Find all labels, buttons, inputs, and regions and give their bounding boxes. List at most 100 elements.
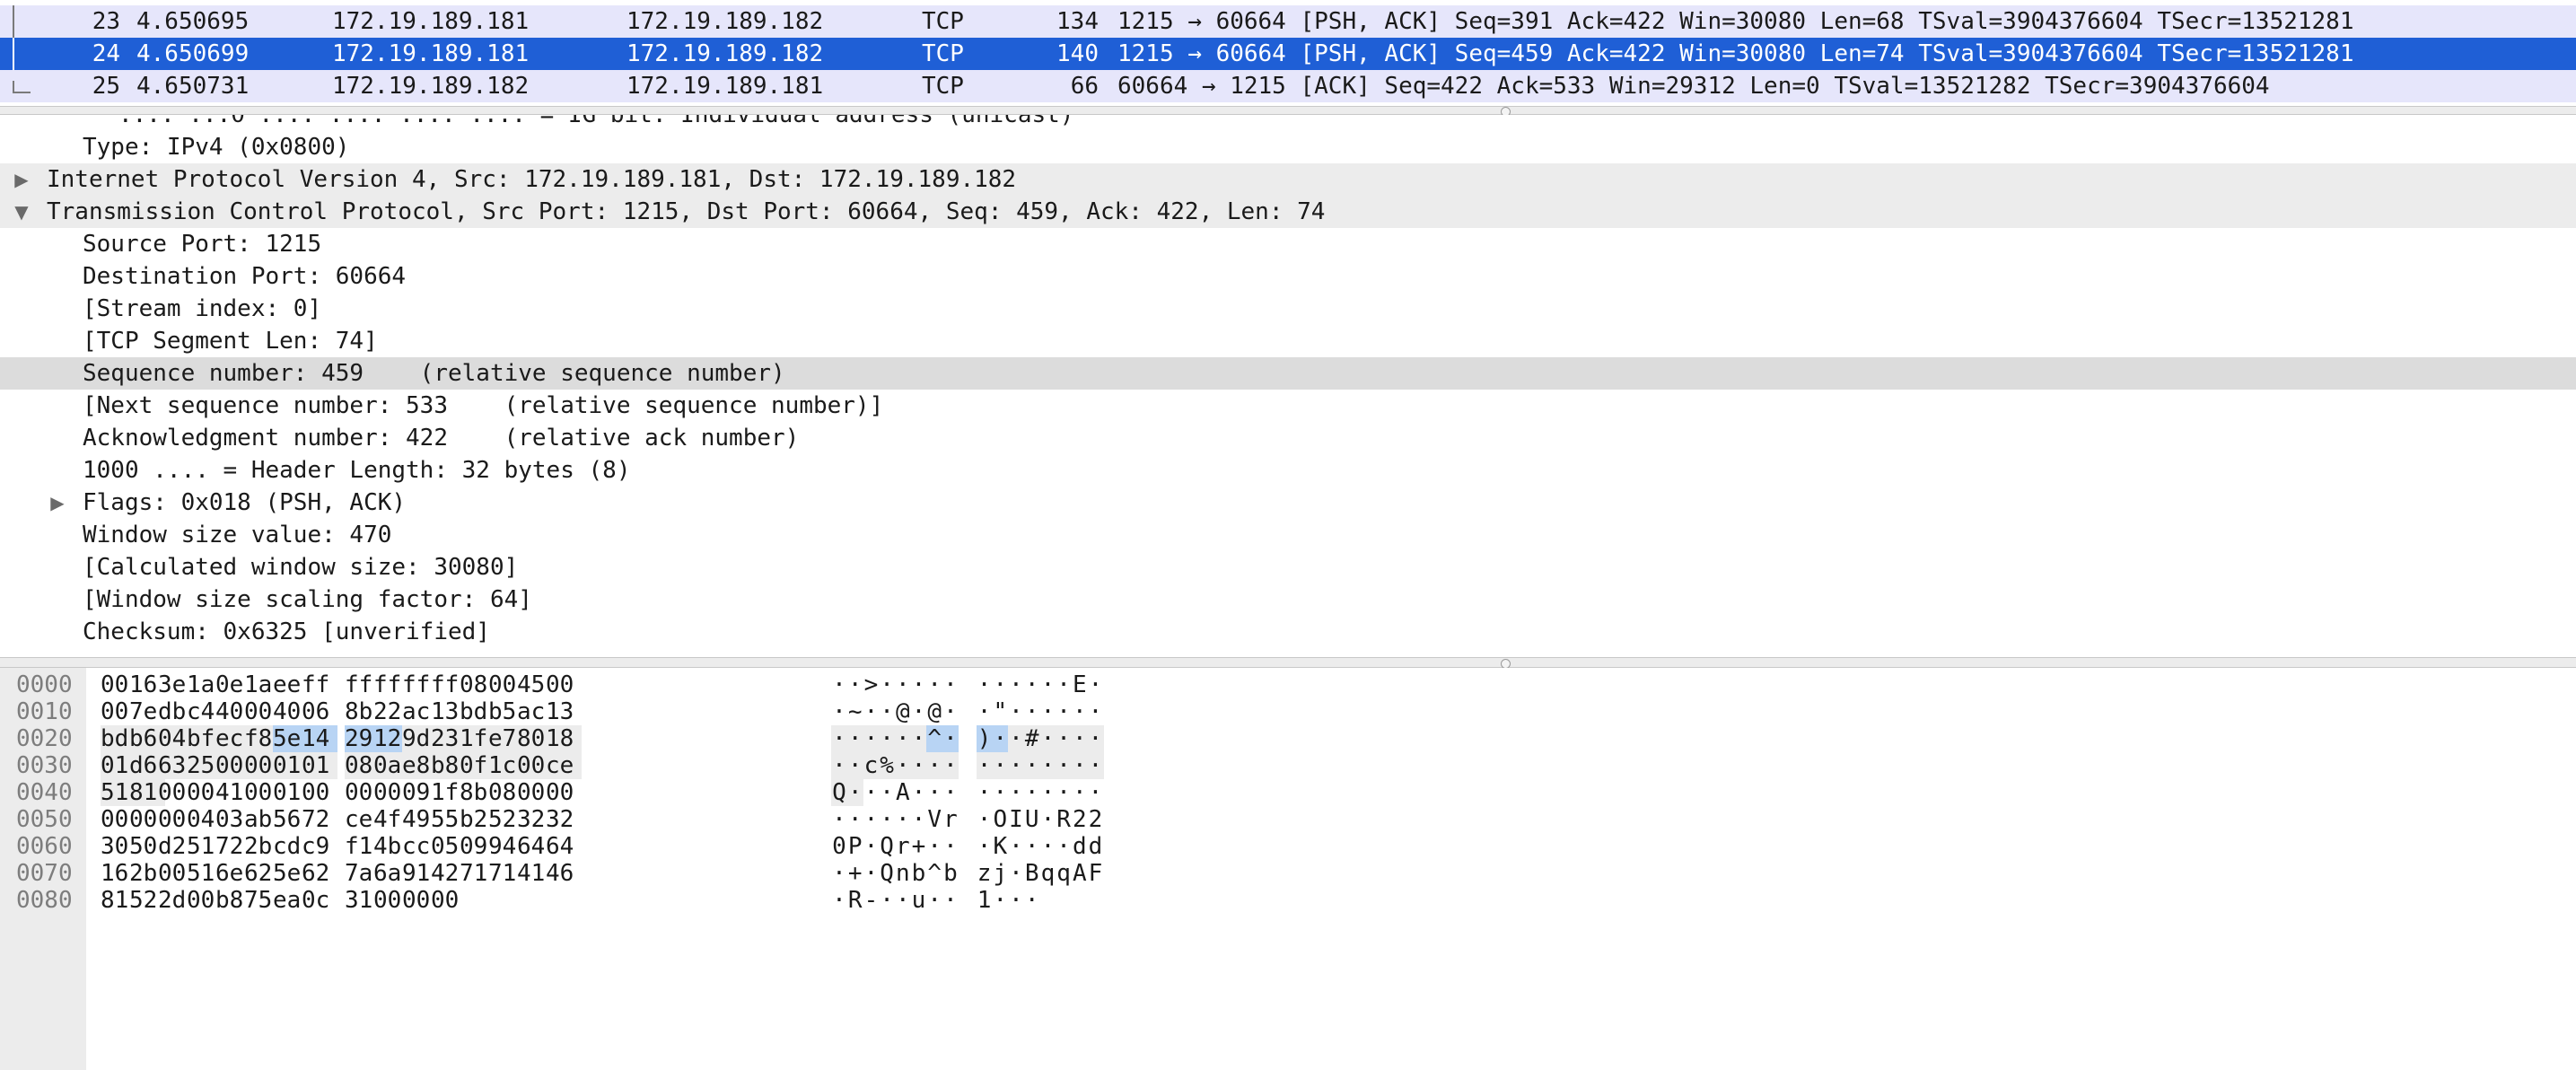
ascii-byte[interactable]: · xyxy=(911,779,927,806)
ascii-byte[interactable]: d xyxy=(1072,833,1088,860)
ascii-byte[interactable]: z xyxy=(977,860,993,887)
ascii-byte[interactable]: · xyxy=(894,752,911,779)
ascii-byte[interactable]: q xyxy=(1056,860,1072,887)
ascii-byte[interactable]: · xyxy=(1056,752,1073,779)
ascii-byte[interactable]: · xyxy=(926,887,942,914)
ascii-byte[interactable]: d xyxy=(1088,833,1104,860)
hex-byte[interactable]: 32 xyxy=(546,806,582,833)
ascii-byte[interactable]: · xyxy=(846,779,863,806)
ascii-byte[interactable]: · xyxy=(992,725,1009,752)
ascii-byte[interactable]: A xyxy=(1072,860,1088,887)
ascii-byte[interactable]: · xyxy=(911,806,927,833)
hex-byte[interactable]: 46 xyxy=(546,860,582,887)
ascii-byte[interactable]: · xyxy=(863,833,879,860)
ascii-byte[interactable]: · xyxy=(1039,725,1056,752)
ascii-byte[interactable]: · xyxy=(1024,833,1040,860)
ascii-byte[interactable]: + xyxy=(847,860,863,887)
ascii-byte[interactable]: % xyxy=(879,752,896,779)
ascii-byte[interactable]: · xyxy=(1024,671,1040,698)
ascii-byte[interactable]: · xyxy=(831,671,847,698)
ascii-byte[interactable]: · xyxy=(926,752,943,779)
ascii-byte[interactable]: · xyxy=(1008,779,1024,806)
ascii-byte[interactable]: K xyxy=(992,833,1008,860)
ascii-byte[interactable]: · xyxy=(1008,671,1024,698)
ascii-byte[interactable]: · xyxy=(831,806,847,833)
ascii-byte[interactable]: " xyxy=(992,698,1008,725)
ascii-byte[interactable]: r xyxy=(942,806,959,833)
list-details-splitter[interactable] xyxy=(0,106,2576,117)
ascii-byte[interactable]: · xyxy=(846,752,863,779)
ascii-byte[interactable]: · xyxy=(1024,779,1040,806)
ascii-byte[interactable]: · xyxy=(895,887,911,914)
ascii-byte[interactable]: · xyxy=(942,698,959,725)
hex-byte[interactable]: 01 xyxy=(302,752,337,779)
detail-line[interactable]: ▶ Flags: 0x018 (PSH, ACK) xyxy=(0,487,2576,519)
ascii-byte[interactable]: · xyxy=(879,806,895,833)
packet-details[interactable]: .... ...0 .... .... .... .... = IG bit: … xyxy=(0,115,2576,657)
ascii-byte[interactable]: @ xyxy=(926,698,942,725)
hex-byte[interactable]: c9 xyxy=(302,833,337,860)
ascii-byte[interactable]: · xyxy=(1039,671,1056,698)
ascii-byte[interactable]: · xyxy=(1072,698,1088,725)
ascii-byte[interactable]: ^ xyxy=(926,860,942,887)
hex-byte[interactable]: ce xyxy=(546,752,582,779)
ascii-byte[interactable]: · xyxy=(847,671,863,698)
ascii-byte[interactable]: ~ xyxy=(847,698,863,725)
ascii-byte[interactable]: I xyxy=(1008,806,1024,833)
ascii-byte[interactable]: @ xyxy=(895,698,911,725)
detail-line[interactable]: ▶ Internet Protocol Version 4, Src: 172.1… xyxy=(0,163,2576,196)
hex-byte[interactable]: 72 xyxy=(302,806,337,833)
hex-byte[interactable]: 64 xyxy=(546,833,582,860)
ascii-byte[interactable]: · xyxy=(846,725,863,752)
ascii-byte[interactable]: # xyxy=(1023,725,1040,752)
ascii-byte[interactable]: · xyxy=(847,806,863,833)
ascii-byte[interactable]: · xyxy=(894,725,911,752)
ascii-byte[interactable]: · xyxy=(1087,725,1104,752)
ascii-byte[interactable]: - xyxy=(863,887,879,914)
ascii-byte[interactable]: 0 xyxy=(831,833,847,860)
ascii-byte[interactable]: E xyxy=(1072,671,1088,698)
packet-row[interactable]: 25 4.650731 172.19.189.182 172.19.189.181 TC… xyxy=(0,70,2576,102)
ascii-byte[interactable]: F xyxy=(1088,860,1104,887)
ascii-byte[interactable]: · xyxy=(910,752,927,779)
ascii-byte[interactable]: · xyxy=(1039,752,1056,779)
ascii-byte[interactable]: · xyxy=(879,779,895,806)
ascii-byte[interactable]: · xyxy=(1008,860,1024,887)
ascii-byte[interactable]: · xyxy=(1072,779,1088,806)
hex-byte[interactable]: ff xyxy=(302,671,337,698)
ascii-byte[interactable]: · xyxy=(977,779,993,806)
ascii-byte[interactable]: · xyxy=(1039,833,1056,860)
ascii-byte[interactable]: · xyxy=(977,671,993,698)
ascii-byte[interactable]: · xyxy=(1039,698,1056,725)
hex-byte[interactable]: 06 xyxy=(302,698,337,725)
ascii-byte[interactable]: · xyxy=(942,887,959,914)
packet-row[interactable]: 23 4.650695 172.19.189.181 172.19.189.182 TC… xyxy=(0,5,2576,38)
ascii-byte[interactable]: · xyxy=(1039,779,1056,806)
ascii-byte[interactable]: q xyxy=(1039,860,1056,887)
ascii-byte[interactable]: r xyxy=(895,833,911,860)
expand-down-icon[interactable]: ▼ xyxy=(13,196,31,228)
ascii-byte[interactable]: · xyxy=(831,887,847,914)
ascii-byte[interactable]: 2 xyxy=(1088,806,1104,833)
ascii-byte[interactable]: R xyxy=(1056,806,1072,833)
ascii-byte[interactable]: · xyxy=(926,779,942,806)
hex-byte[interactable]: 00 xyxy=(546,671,582,698)
ascii-byte[interactable]: · xyxy=(1056,725,1073,752)
ascii-byte[interactable]: · xyxy=(831,860,847,887)
ascii-byte[interactable]: u xyxy=(911,887,927,914)
ascii-byte[interactable]: · xyxy=(831,698,847,725)
hex-byte[interactable]: 00 xyxy=(546,779,582,806)
ascii-byte[interactable]: · xyxy=(942,752,959,779)
ascii-byte[interactable]: · xyxy=(1024,887,1040,914)
hex-byte[interactable]: 13 xyxy=(546,698,582,725)
ascii-byte[interactable]: · xyxy=(895,671,911,698)
ascii-byte[interactable]: · xyxy=(879,887,895,914)
ascii-byte[interactable]: · xyxy=(863,698,879,725)
ascii-byte[interactable]: · xyxy=(1023,752,1040,779)
ascii-byte[interactable]: · xyxy=(1039,806,1056,833)
ascii-byte[interactable]: · xyxy=(863,779,879,806)
ascii-byte[interactable]: · xyxy=(1024,698,1040,725)
ascii-byte[interactable]: V xyxy=(926,806,942,833)
ascii-byte[interactable]: · xyxy=(831,725,847,752)
ascii-byte[interactable]: · xyxy=(863,860,879,887)
